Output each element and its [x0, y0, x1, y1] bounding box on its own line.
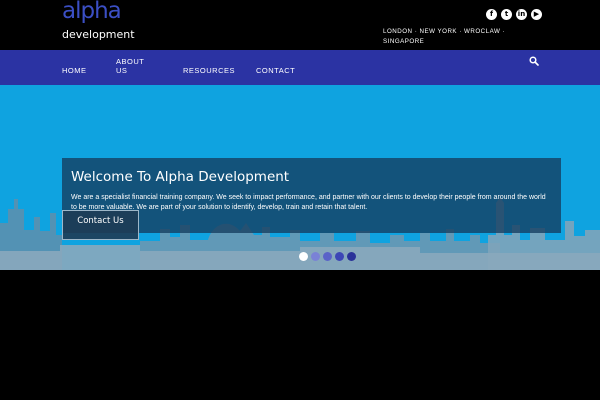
- nav-about-us[interactable]: ABOUT US: [116, 57, 146, 75]
- slide-dot-1[interactable]: [299, 252, 308, 261]
- hero-title: Welcome To Alpha Development: [71, 169, 290, 185]
- social-links: f t in ▶: [486, 9, 542, 21]
- top-header: alpha development f t in ▶ LONDON · NEW …: [0, 0, 600, 50]
- linkedin-icon[interactable]: in: [516, 9, 527, 20]
- nav-resources[interactable]: RESOURCES: [183, 66, 235, 75]
- nav-contact[interactable]: CONTACT: [256, 66, 295, 75]
- slide-dot-3[interactable]: [323, 252, 332, 261]
- slider-pagination: [299, 252, 356, 261]
- hero-description: We are a specialist financial training c…: [71, 194, 546, 211]
- logo-wordmark: alpha: [62, 0, 122, 24]
- search-icon[interactable]: [529, 56, 539, 66]
- slide-dot-2[interactable]: [311, 252, 320, 261]
- slide-dot-5[interactable]: [347, 252, 356, 261]
- hero-slider: Welcome To Alpha Development We are a sp…: [0, 85, 600, 270]
- main-navigation: HOME ABOUT US RESOURCES CONTACT: [0, 50, 600, 85]
- slide-dot-4[interactable]: [335, 252, 344, 261]
- office-locations: LONDON · NEW YORK · WROCLAW · SINGAPORE: [383, 28, 506, 45]
- facebook-icon[interactable]: f: [486, 9, 497, 20]
- youtube-icon[interactable]: ▶: [531, 9, 542, 20]
- page-below-fold: [0, 270, 600, 400]
- nav-home[interactable]: HOME: [62, 66, 87, 75]
- twitter-icon[interactable]: t: [501, 9, 512, 20]
- logo-subtitle: development: [62, 28, 135, 41]
- contact-us-button[interactable]: Contact Us: [62, 210, 139, 240]
- site-logo[interactable]: alpha development: [62, 0, 142, 42]
